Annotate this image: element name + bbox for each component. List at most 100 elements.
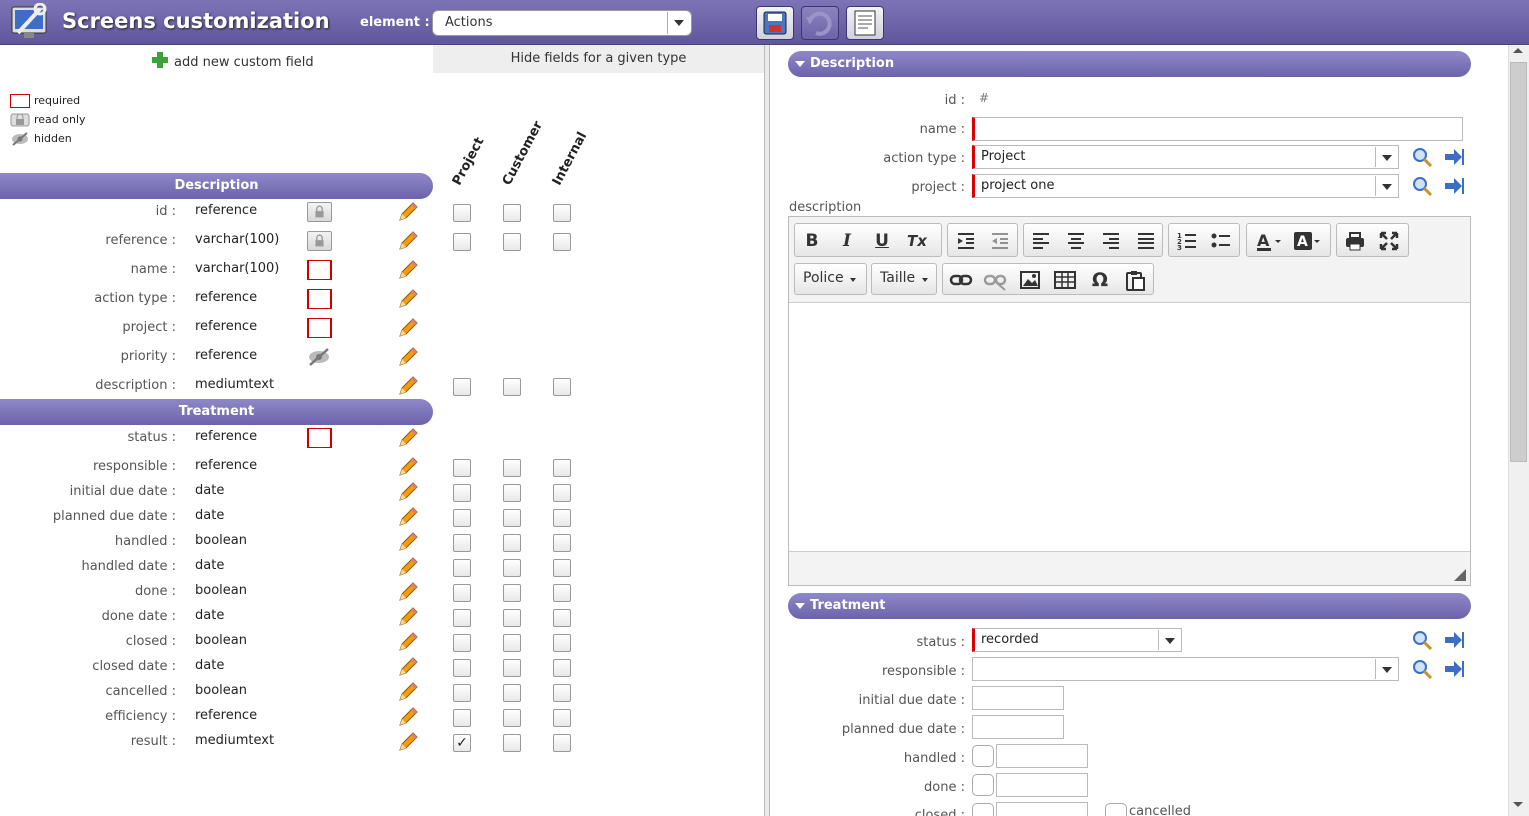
preview-section-description[interactable]: Description — [788, 51, 1471, 77]
hide-checkbox-customer[interactable] — [503, 734, 521, 752]
hide-checkbox-project[interactable] — [453, 684, 471, 702]
hide-checkbox-customer[interactable] — [503, 233, 521, 251]
hide-checkbox-internal[interactable] — [553, 634, 571, 652]
hide-checkbox-project[interactable] — [453, 584, 471, 602]
action-type-select[interactable]: Project — [972, 145, 1399, 169]
section-treatment[interactable]: Treatment — [0, 399, 433, 425]
hide-checkbox-customer[interactable] — [503, 509, 521, 527]
pencil-icon[interactable] — [397, 731, 419, 753]
align-justify-icon[interactable] — [1134, 230, 1158, 252]
hide-checkbox-customer[interactable] — [503, 709, 521, 727]
pencil-icon[interactable] — [397, 556, 419, 578]
hide-checkbox-project[interactable] — [453, 204, 471, 222]
hide-checkbox-project[interactable] — [453, 534, 471, 552]
bold-button[interactable]: B — [800, 230, 824, 252]
pencil-icon[interactable] — [397, 201, 419, 223]
hide-checkbox-customer[interactable] — [503, 378, 521, 396]
cancelled-checkbox[interactable] — [1105, 803, 1127, 816]
closed-date-input[interactable] — [996, 802, 1088, 816]
clear-format-button[interactable]: Tx — [905, 230, 929, 252]
pencil-icon[interactable] — [397, 317, 419, 339]
hide-checkbox-customer[interactable] — [503, 484, 521, 502]
print-icon[interactable] — [1343, 230, 1367, 252]
pencil-icon[interactable] — [397, 656, 419, 678]
goto-arrow-icon[interactable] — [1443, 175, 1465, 197]
lock-icon[interactable] — [307, 202, 332, 222]
initial-due-date-input[interactable] — [972, 686, 1064, 710]
hide-checkbox-internal[interactable] — [553, 509, 571, 527]
hide-checkbox-customer[interactable] — [503, 534, 521, 552]
hide-checkbox-customer[interactable] — [503, 204, 521, 222]
unlink-icon[interactable] — [983, 269, 1007, 291]
link-icon[interactable] — [949, 269, 973, 291]
hide-checkbox-internal[interactable] — [553, 459, 571, 477]
hide-checkbox-project[interactable]: ✓ — [453, 734, 471, 752]
goto-arrow-icon[interactable] — [1443, 146, 1465, 168]
maximize-icon[interactable] — [1377, 230, 1401, 252]
hide-checkbox-customer[interactable] — [503, 584, 521, 602]
hide-checkbox-customer[interactable] — [503, 634, 521, 652]
italic-button[interactable]: I — [835, 230, 859, 252]
hide-checkbox-internal[interactable] — [553, 534, 571, 552]
hide-checkbox-project[interactable] — [453, 709, 471, 727]
done-checkbox[interactable] — [972, 774, 994, 796]
save-button[interactable] — [756, 6, 794, 40]
hide-checkbox-project[interactable] — [453, 559, 471, 577]
name-input[interactable] — [972, 117, 1463, 141]
scrollbar-thumb[interactable] — [1510, 62, 1527, 462]
preview-section-treatment[interactable]: Treatment — [788, 593, 1471, 619]
pencil-icon[interactable] — [397, 259, 419, 281]
pencil-icon[interactable] — [397, 581, 419, 603]
hide-checkbox-internal[interactable] — [553, 233, 571, 251]
status-select[interactable]: recorded — [972, 628, 1182, 652]
undo-button[interactable] — [801, 6, 839, 40]
hide-checkbox-customer[interactable] — [503, 459, 521, 477]
align-right-icon[interactable] — [1099, 230, 1123, 252]
hide-checkbox-internal[interactable] — [553, 709, 571, 727]
hide-checkbox-internal[interactable] — [553, 559, 571, 577]
search-icon[interactable] — [1411, 629, 1433, 651]
chevron-down-icon[interactable] — [1375, 176, 1397, 196]
pencil-icon[interactable] — [397, 230, 419, 252]
chevron-down-icon[interactable] — [667, 12, 689, 34]
handled-date-input[interactable] — [996, 744, 1088, 768]
required-toggle[interactable] — [307, 318, 332, 338]
special-char-button[interactable]: Ω — [1088, 269, 1112, 291]
chevron-down-icon[interactable] — [1375, 147, 1397, 167]
scroll-up-icon[interactable] — [1513, 48, 1523, 53]
hide-checkbox-project[interactable] — [453, 509, 471, 527]
closed-checkbox[interactable] — [972, 803, 994, 816]
pencil-icon[interactable] — [397, 706, 419, 728]
hide-checkbox-customer[interactable] — [503, 659, 521, 677]
handled-checkbox[interactable] — [972, 745, 994, 767]
bulleted-list-icon[interactable] — [1209, 230, 1233, 252]
pencil-icon[interactable] — [397, 427, 419, 449]
hide-checkbox-internal[interactable] — [553, 204, 571, 222]
print-button[interactable] — [846, 6, 884, 40]
project-select[interactable]: project one — [972, 174, 1399, 198]
section-description[interactable]: Description — [0, 173, 433, 199]
search-icon[interactable] — [1411, 146, 1433, 168]
add-custom-field-link[interactable]: add new custom field — [152, 50, 314, 70]
table-icon[interactable] — [1053, 269, 1077, 291]
goto-arrow-icon[interactable] — [1443, 658, 1465, 680]
pencil-icon[interactable] — [397, 288, 419, 310]
chevron-down-icon[interactable] — [1158, 630, 1180, 650]
pencil-icon[interactable] — [397, 681, 419, 703]
planned-due-date-input[interactable] — [972, 715, 1064, 739]
hide-checkbox-project[interactable] — [453, 659, 471, 677]
required-toggle[interactable] — [307, 428, 332, 448]
align-center-icon[interactable] — [1064, 230, 1088, 252]
scroll-down-icon[interactable] — [1513, 802, 1523, 807]
chevron-down-icon[interactable] — [1375, 659, 1397, 679]
lock-icon[interactable] — [307, 231, 332, 251]
pencil-icon[interactable] — [397, 531, 419, 553]
hide-checkbox-project[interactable] — [453, 484, 471, 502]
pencil-icon[interactable] — [397, 481, 419, 503]
pencil-icon[interactable] — [397, 375, 419, 397]
hide-checkbox-internal[interactable] — [553, 659, 571, 677]
pencil-icon[interactable] — [397, 346, 419, 368]
outdent-icon[interactable] — [988, 230, 1012, 252]
paste-icon[interactable] — [1123, 269, 1147, 291]
hide-checkbox-customer[interactable] — [503, 559, 521, 577]
